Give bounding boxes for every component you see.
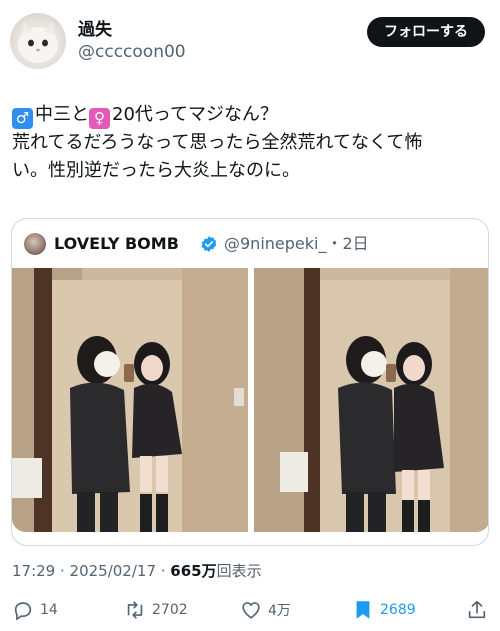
share-icon	[468, 600, 486, 619]
user-handle[interactable]: @ccccoon00	[78, 42, 186, 62]
bookmark-button[interactable]: 2689	[352, 594, 416, 626]
reply-count: 14	[40, 602, 58, 618]
person-standing-icon: ♂	[12, 108, 33, 129]
quoted-avatar[interactable]	[24, 233, 46, 255]
action-bar: 14 2702 4万 2689	[0, 594, 500, 626]
like-button[interactable]: 4万	[240, 594, 291, 626]
views-label: 回表示	[216, 562, 262, 580]
heart-icon	[242, 602, 260, 619]
quoted-tweet[interactable]: LOVELY BOMB @9ninepeki_・2日	[11, 218, 489, 546]
avatar[interactable]	[10, 13, 66, 69]
bookmark-icon	[356, 601, 370, 619]
views-count: 665万	[170, 562, 217, 580]
display-name[interactable]: 過失	[78, 15, 112, 40]
tweet-text-part: 20代ってマジなん？	[112, 104, 279, 125]
reply-button[interactable]: 14	[12, 594, 58, 626]
tweet-text-line: い。性別逆だったら大炎上なのに。	[12, 160, 300, 181]
bookmark-count: 2689	[380, 602, 416, 618]
quoted-tweet-header: LOVELY BOMB @9ninepeki_・2日	[24, 232, 484, 256]
repost-count: 2702	[152, 602, 188, 618]
quoted-display-name[interactable]: LOVELY BOMB	[54, 232, 179, 256]
quoted-photo-1[interactable]	[12, 268, 248, 532]
verified-badge-icon	[201, 236, 217, 252]
quoted-photo-2[interactable]	[254, 268, 488, 532]
repost-icon	[127, 601, 143, 619]
share-button[interactable]	[466, 594, 488, 626]
tweet-text: ♂ 中三と ♀ 20代ってマジなん？ 荒れてるだろうなって思ったら全然荒れてなくて怖 …	[12, 101, 490, 185]
quoted-handle-time[interactable]: @9ninepeki_・2日	[224, 232, 369, 256]
repost-button[interactable]: 2702	[124, 594, 188, 626]
timestamp-text: 17:29 · 2025/02/17 ·	[12, 562, 171, 580]
tweet-header: 過失 @ccccoon00 フォローする	[0, 0, 500, 88]
follow-button[interactable]: フォローする	[367, 17, 485, 47]
tweet-text-part: 中三と	[35, 104, 89, 125]
woman-standing-icon: ♀	[89, 108, 110, 129]
like-count: 4万	[268, 603, 291, 619]
tweet-timestamp[interactable]: 17:29 · 2025/02/17 · 665万回表示	[12, 560, 262, 581]
reply-icon	[14, 602, 32, 621]
tweet-text-line: 荒れてるだろうなって思ったら全然荒れてなくて怖	[12, 132, 423, 153]
